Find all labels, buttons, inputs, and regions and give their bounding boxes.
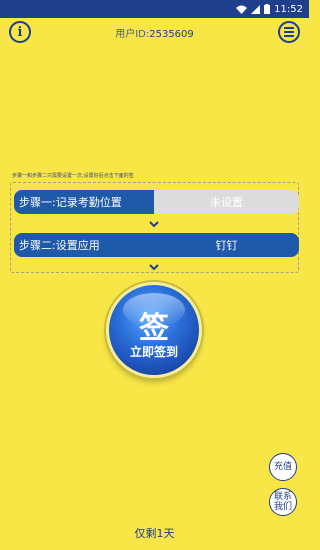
remaining-days: 仅剩1天 [134, 527, 175, 540]
sign-char: 签 [139, 311, 169, 346]
step-2-value: 钉钉 [154, 233, 299, 257]
contact-line-1: 联系 [273, 492, 292, 502]
chevron-down-icon [149, 264, 159, 271]
menu-icon [284, 27, 294, 29]
status-time: 11:52 [274, 3, 303, 15]
sign-in-button[interactable]: 签 立即签到 [106, 282, 202, 378]
recharge-button[interactable]: 充值 [269, 453, 297, 481]
step-set-app[interactable]: 步骤二:设置应用 钉钉 [14, 233, 299, 257]
step-2-label: 步骤二:设置应用 [14, 233, 154, 257]
step-record-location[interactable]: 步骤一:记录考勤位置 未设置 [14, 190, 299, 214]
user-id-label: 用户ID: [115, 29, 150, 40]
step-1-label: 步骤一:记录考勤位置 [14, 190, 154, 214]
contact-us-button[interactable]: 联系 我们 [269, 488, 297, 516]
wifi-icon [236, 5, 248, 14]
user-id-value: 2535609 [149, 29, 194, 40]
setup-hint: 步骤一和步骤二只需要设置一次,设置好后点击下面的签 [12, 173, 134, 179]
step-1-value: 未设置 [154, 190, 299, 214]
signal-icon [251, 4, 261, 14]
battery-icon [264, 4, 271, 14]
chevron-down-icon [149, 221, 159, 228]
contact-line-2: 我们 [273, 502, 292, 512]
status-bar: 11:52 [0, 0, 309, 18]
menu-button[interactable] [278, 21, 300, 43]
sign-in-label: 立即签到 [129, 345, 178, 359]
user-id: 用户ID:2535609 [0, 25, 309, 40]
